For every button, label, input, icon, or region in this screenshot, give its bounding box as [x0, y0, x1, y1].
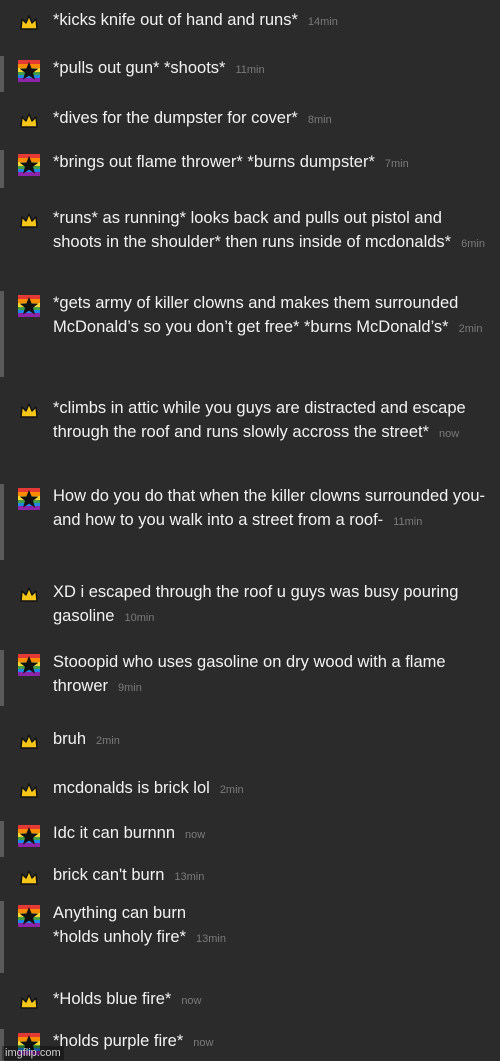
- message-body: Idc it can burnnn: [53, 824, 175, 842]
- chat-message: Anything can burn *holds unholy fire* 13mi…: [0, 901, 500, 973]
- crown-icon[interactable]: [18, 110, 40, 132]
- message-text: *Holds blue fire* now: [53, 987, 488, 1013]
- rainbow-star-icon[interactable]: [18, 654, 40, 676]
- message-text: *dives for the dumpster for cover* 8min: [53, 106, 488, 132]
- message-text: Stooopid who uses gasoline on dry wood w…: [53, 650, 488, 700]
- crown-icon[interactable]: [18, 731, 40, 753]
- message-side-bar: [0, 650, 4, 706]
- message-timestamp: now: [193, 1037, 214, 1049]
- message-side-bar: [0, 821, 4, 857]
- crown-icon[interactable]: [18, 780, 40, 802]
- message-timestamp: 2min: [219, 784, 244, 796]
- message-body: brick can't burn: [53, 866, 165, 884]
- message-body: *gets army of killer clowns and makes th…: [53, 294, 459, 336]
- rainbow-star-icon[interactable]: [18, 905, 40, 927]
- chat-message: *climbs in attic while you guys are dist…: [0, 396, 500, 468]
- message-side-bar: [0, 150, 4, 188]
- chat-screen: { "messages": [ {"avatar": "crown", "tex…: [0, 0, 500, 1061]
- message-body: *holds purple fire*: [53, 1032, 184, 1050]
- message-text: bruh 2min: [53, 727, 488, 753]
- message-body: XD i escaped through the roof u guys was…: [53, 583, 459, 625]
- crown-icon[interactable]: [18, 400, 40, 422]
- message-timestamp: 2min: [96, 735, 120, 747]
- message-text: How do you do that when the killer clown…: [53, 484, 488, 534]
- message-timestamp: now: [181, 995, 202, 1007]
- message-text: *runs* as running* looks back and pulls …: [53, 206, 488, 256]
- message-timestamp: 7min: [384, 158, 409, 170]
- chat-message: How do you do that when the killer clown…: [0, 484, 500, 560]
- message-body: Anything can burn: [53, 904, 187, 922]
- message-body: *kicks knife out of hand and runs*: [53, 11, 298, 29]
- chat-message: bruh 2min: [0, 727, 500, 753]
- message-side-bar: [0, 901, 4, 973]
- message-body: *dives for the dumpster for cover*: [53, 109, 298, 127]
- message-text: *kicks knife out of hand and runs* 14min: [53, 8, 488, 34]
- chat-message: Idc it can burnnn now: [0, 821, 500, 857]
- crown-icon[interactable]: [18, 584, 40, 606]
- message-body: bruh: [53, 730, 87, 748]
- message-text: brick can't burn 13min: [53, 863, 488, 889]
- message-text: *climbs in attic while you guys are dist…: [53, 396, 488, 446]
- message-side-bar: [0, 56, 4, 92]
- chat-message: *dives for the dumpster for cover* 8min: [0, 106, 500, 136]
- watermark: imgflip.com: [2, 1046, 64, 1060]
- crown-icon[interactable]: [18, 991, 40, 1013]
- rainbow-star-icon[interactable]: [18, 60, 40, 82]
- crown-icon[interactable]: [18, 867, 40, 889]
- chat-message: *gets army of killer clowns and makes th…: [0, 291, 500, 377]
- message-body: mcdonalds is brick lol: [53, 779, 210, 797]
- message-timestamp: 10min: [124, 612, 155, 624]
- message-timestamp: now: [439, 428, 460, 440]
- message-body: *brings out flame thrower* *burns dumpst…: [53, 153, 375, 171]
- message-body: *pulls out gun* *shoots*: [53, 59, 226, 77]
- chat-message: mcdonalds is brick lol 2min: [0, 776, 500, 802]
- chat-message: *holds purple fire* now: [0, 1029, 500, 1061]
- message-text: *holds purple fire* now: [53, 1029, 488, 1055]
- chat-message: *Holds blue fire* now: [0, 987, 500, 1013]
- message-timestamp: 6min: [461, 238, 485, 250]
- rainbow-star-icon[interactable]: [18, 488, 40, 510]
- message-timestamp: 11min: [235, 64, 265, 76]
- chat-message: *brings out flame thrower* *burns dumpst…: [0, 150, 500, 188]
- message-text: Idc it can burnnn now: [53, 821, 488, 847]
- crown-icon[interactable]: [18, 12, 40, 34]
- message-timestamp: 8min: [307, 114, 332, 126]
- message-body: *climbs in attic while you guys are dist…: [53, 399, 466, 441]
- message-text: *brings out flame thrower* *burns dumpst…: [53, 150, 488, 176]
- message-body: *runs* as running* looks back and pulls …: [53, 209, 452, 251]
- message-text: *pulls out gun* *shoots* 11min: [53, 56, 488, 82]
- rainbow-star-icon[interactable]: [18, 295, 40, 317]
- chat-message: brick can't burn 13min: [0, 863, 500, 889]
- chat-message: *pulls out gun* *shoots* 11min: [0, 56, 500, 92]
- message-body: *Holds blue fire*: [53, 990, 172, 1008]
- message-timestamp: 14min: [307, 16, 338, 28]
- message-text: Anything can burn *holds unholy fire* 13mi…: [53, 901, 488, 951]
- message-body: *holds unholy fire*: [53, 928, 186, 946]
- message-side-bar: [0, 291, 4, 377]
- chat-message: XD i escaped through the roof u guys was…: [0, 580, 500, 630]
- message-timestamp: 13min: [196, 933, 226, 945]
- chat-message: *kicks knife out of hand and runs* 14min: [0, 8, 500, 38]
- crown-icon[interactable]: [18, 210, 40, 232]
- message-timestamp: 13min: [174, 871, 205, 883]
- message-text: *gets army of killer clowns and makes th…: [53, 291, 488, 341]
- chat-message: *runs* as running* looks back and pulls …: [0, 206, 500, 278]
- rainbow-star-icon[interactable]: [18, 154, 40, 176]
- message-text: mcdonalds is brick lol 2min: [53, 776, 488, 802]
- message-side-bar: [0, 484, 4, 560]
- rainbow-star-icon[interactable]: [18, 825, 40, 847]
- message-timestamp: 11min: [393, 516, 423, 528]
- message-body: Stooopid who uses gasoline on dry wood w…: [53, 653, 446, 695]
- message-timestamp: 9min: [118, 682, 142, 694]
- chat-message: Stooopid who uses gasoline on dry wood w…: [0, 650, 500, 706]
- message-timestamp: 2min: [458, 323, 483, 335]
- message-text: XD i escaped through the roof u guys was…: [53, 580, 488, 630]
- message-timestamp: now: [185, 829, 206, 841]
